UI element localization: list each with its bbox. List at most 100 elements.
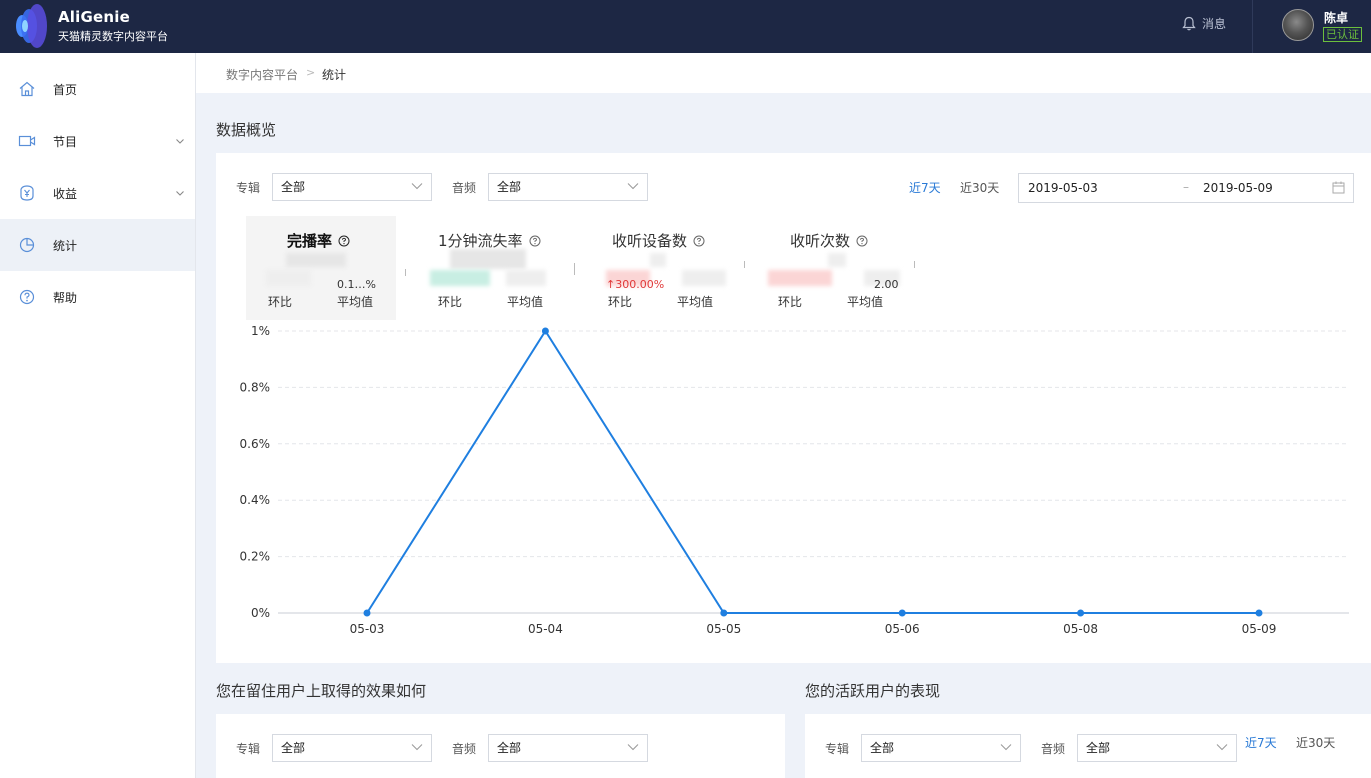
help-circle-icon: [529, 235, 541, 246]
active-audio-select[interactable]: 全部: [1077, 734, 1237, 762]
metric-foot-label: 环比: [268, 295, 293, 309]
audio-select-value: 全部: [1086, 741, 1111, 755]
metric-divider: [574, 263, 575, 275]
x-tick-label: 05-03: [350, 622, 385, 636]
avatar[interactable]: [1282, 9, 1314, 41]
metric-value-blurred: [682, 270, 726, 286]
breadcrumb: 数字内容平台 > 统计: [196, 53, 1371, 93]
metric-divider: [744, 261, 745, 268]
retention-album-select[interactable]: 全部: [272, 734, 432, 762]
audio-filter-label: 音频: [452, 742, 477, 756]
user-name[interactable]: 陈卓: [1324, 9, 1348, 26]
calendar-icon: [1332, 181, 1345, 194]
range-last-7-days[interactable]: 近7天: [909, 179, 941, 196]
sidebar-item-label: 收益: [53, 186, 78, 201]
sidebar-item-programs[interactable]: 节目: [0, 115, 195, 167]
date-range-picker[interactable]: 2019-05-03 – 2019-05-09: [1018, 173, 1354, 203]
chevron-down-icon: [627, 744, 639, 751]
metric-title: 收听次数: [790, 230, 868, 251]
metric-tab-one-minute-churn[interactable]: 1分钟流失率 环比 平均值: [416, 216, 566, 320]
audio-select[interactable]: 全部: [488, 173, 648, 201]
help-circle-icon: [693, 235, 705, 246]
series-line: [366, 329, 1259, 614]
sidebar-item-label: 帮助: [53, 290, 78, 305]
metric-value-blurred: [506, 270, 546, 286]
chevron-down-icon: [411, 183, 423, 190]
date-end: 2019-05-09: [1203, 181, 1273, 195]
metric-value-blurred: [266, 270, 311, 286]
active-users-title: 您的活跃用户的表现: [805, 682, 941, 700]
metric-foot-label: 环比: [438, 295, 463, 309]
top-header: AliGenie 天猫精灵数字内容平台 消息 陈卓 已认证: [0, 0, 1371, 53]
retention-title: 您在留住用户上取得的效果如何: [216, 682, 427, 700]
metric-value-blurred: [828, 253, 846, 267]
retention-audio-select[interactable]: 全部: [488, 734, 648, 762]
x-tick-label: 05-04: [528, 622, 563, 636]
breadcrumb-current: 统计: [322, 68, 347, 82]
album-select-value: 全部: [281, 741, 306, 755]
date-separator: –: [1183, 180, 1189, 194]
metric-title-text: 收听设备数: [612, 232, 688, 250]
x-tick-label: 05-09: [1242, 622, 1277, 636]
metric-title-text: 收听次数: [790, 232, 851, 250]
audio-filter-label: 音频: [1041, 742, 1066, 756]
verified-badge: 已认证: [1323, 27, 1362, 42]
metric-value-blurred: [450, 249, 526, 269]
data-point[interactable]: [1077, 609, 1085, 617]
breadcrumb-root-link[interactable]: 数字内容平台: [226, 66, 298, 83]
active-album-select[interactable]: 全部: [861, 734, 1021, 762]
sidebar-item-help[interactable]: 帮助: [0, 271, 195, 323]
sidebar-item-earnings[interactable]: 收益: [0, 167, 195, 219]
metric-foot-label: 平均值: [677, 295, 714, 309]
y-tick-label: 0.6%: [240, 437, 271, 451]
chevron-down-icon: [176, 191, 184, 196]
metric-title: 1分钟流失率: [438, 230, 541, 251]
x-tick-label: 05-06: [885, 622, 920, 636]
help-circle-icon: [338, 235, 350, 246]
album-select[interactable]: 全部: [272, 173, 432, 201]
metric-divider: [914, 261, 915, 268]
messages-button[interactable]: 消息: [1182, 15, 1226, 32]
data-point[interactable]: [1255, 609, 1263, 617]
metric-tab-listening-devices[interactable]: 收听设备数 ↑300.00% 环比 平均值: [586, 216, 736, 320]
brand-subtitle: 天猫精灵数字内容平台: [58, 30, 168, 43]
metric-tab-completion-rate[interactable]: 完播率 0.1…% 环比 平均值: [246, 216, 396, 320]
chevron-down-icon: [411, 744, 423, 751]
y-tick-label: 0.2%: [240, 550, 271, 564]
y-tick-label: 0.4%: [240, 493, 271, 507]
sidebar-item-label: 首页: [53, 82, 78, 97]
x-tick-label: 05-05: [706, 622, 741, 636]
metric-value-blurred: [650, 253, 666, 267]
aligenie-logo-icon[interactable]: [14, 3, 52, 49]
metric-change-blurred: [768, 270, 832, 286]
overview-line-chart: 0% 0.2% 0.4% 0.6% 0.8% 1% 05-03 05-04 05-05 05-06…: [240, 324, 1349, 636]
range-last-7-days[interactable]: 近7天: [1245, 734, 1277, 751]
video-icon: [18, 135, 36, 147]
data-point[interactable]: [541, 327, 549, 335]
range-last-30-days[interactable]: 近30天: [1296, 734, 1335, 751]
header-divider: [1252, 0, 1253, 53]
metric-foot-label: 平均值: [337, 295, 374, 309]
sidebar-item-statistics[interactable]: 统计: [0, 219, 195, 271]
metric-title-text: 完播率: [287, 232, 333, 250]
metric-divider: [405, 269, 406, 276]
range-last-30-days[interactable]: 近30天: [960, 179, 999, 196]
overview-title: 数据概览: [216, 121, 277, 139]
pie-chart-icon: [19, 237, 35, 253]
active-users-panel: 专辑 全部 音频 全部 近7天 近30天: [805, 714, 1371, 778]
album-filter-label: 专辑: [236, 742, 261, 756]
data-point[interactable]: [363, 609, 371, 617]
sidebar-item-home[interactable]: 首页: [0, 63, 195, 115]
metric-tab-play-count[interactable]: 收听次数 2.00 环比 平均值: [756, 216, 906, 320]
yen-icon: [20, 185, 34, 201]
metric-foot-label: 环比: [608, 295, 633, 309]
data-point[interactable]: [898, 609, 906, 617]
audio-select-value: 全部: [497, 180, 522, 194]
help-circle-icon: [856, 235, 868, 246]
y-tick-label: 0%: [251, 606, 270, 620]
sidebar-item-label: 统计: [53, 238, 78, 253]
metric-title: 收听设备数: [612, 230, 705, 251]
chevron-down-icon: [1000, 744, 1012, 751]
x-tick-label: 05-08: [1063, 622, 1098, 636]
data-point[interactable]: [720, 609, 728, 617]
